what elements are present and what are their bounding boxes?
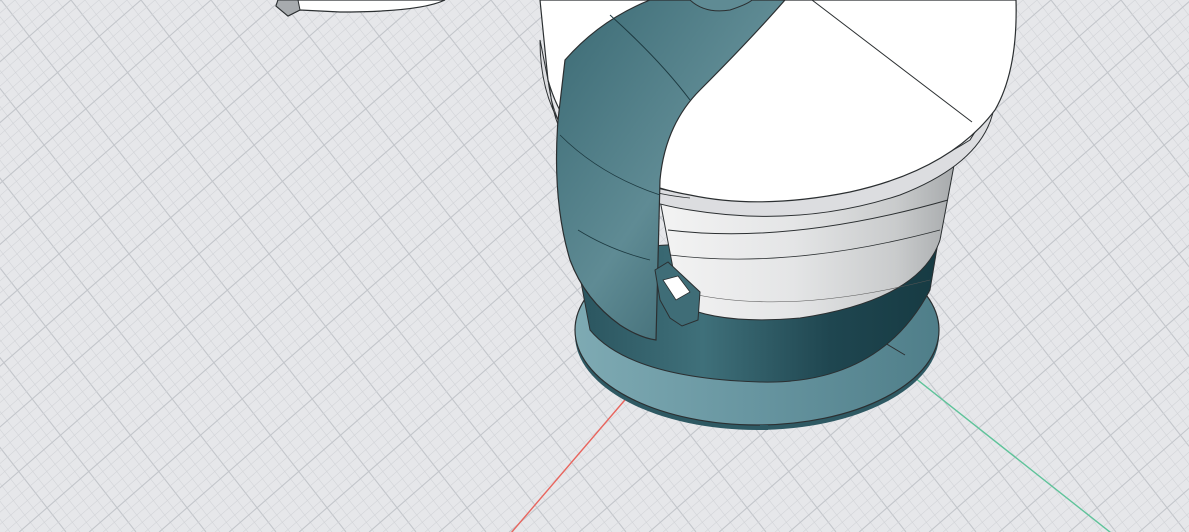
grid-line: [0, 87, 347, 532]
grid-line: [0, 159, 291, 532]
grid-line: [0, 213, 249, 532]
grid-line: [1162, 0, 1189, 34]
grid-line: [0, 0, 282, 246]
grid-line: [0, 0, 534, 464]
grid-line: [0, 0, 184, 160]
grid-line: [0, 446, 67, 532]
main-model[interactable]: [539, 0, 1017, 430]
grid-line: [0, 0, 506, 440]
grid-line: [0, 52, 375, 532]
grid-line: [0, 0, 254, 221]
grid-line: [994, 0, 1189, 250]
viewport-canvas[interactable]: [0, 0, 1189, 532]
3d-viewport[interactable]: [0, 0, 1189, 532]
grid-line: [0, 518, 11, 532]
grid-line: [0, 393, 109, 532]
grid-line: [0, 0, 338, 294]
grid-line: [5, 0, 618, 532]
grid-line: [1134, 0, 1189, 70]
grid-line: [0, 0, 590, 513]
grid-line: [0, 0, 198, 172]
grid-line: [1050, 0, 1189, 178]
grid-line: [18, 0, 632, 532]
grid-line: [0, 0, 226, 197]
grid-line: [0, 464, 53, 532]
grid-line: [0, 339, 151, 532]
grid-line: [1167, 512, 1189, 532]
grid-line: [0, 482, 39, 532]
grid-line: [0, 70, 361, 532]
grid-line: [1068, 427, 1189, 532]
grid-line: [0, 16, 403, 532]
grid-line: [0, 249, 221, 532]
grid-line: [0, 0, 2, 2]
grid-line: [0, 123, 319, 532]
grid-line: [0, 0, 562, 489]
grid-line: [0, 411, 95, 532]
grid-line: [0, 285, 193, 532]
grid-line: [0, 375, 123, 532]
grid-line: [0, 0, 478, 416]
grid-line: [0, 0, 310, 270]
grid-line: [985, 354, 1189, 532]
